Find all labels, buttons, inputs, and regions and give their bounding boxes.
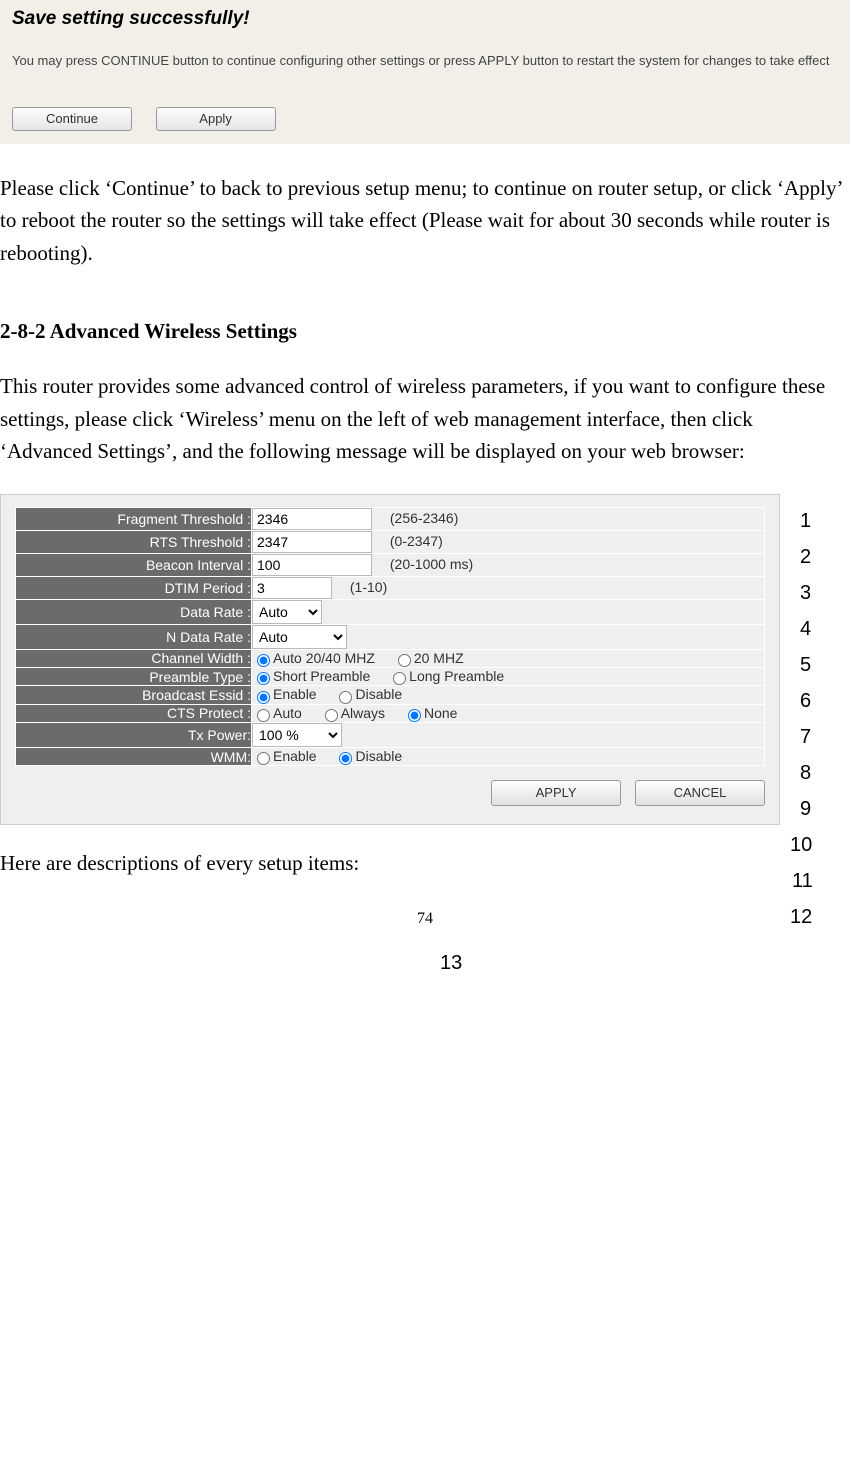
rts-threshold-label: RTS Threshold : (16, 530, 252, 553)
data-rate-select[interactable]: Auto (252, 600, 322, 624)
apply-settings-button[interactable]: APPLY (491, 780, 621, 806)
callout-7: 7 (800, 726, 811, 749)
beacon-interval-hint: (20-1000 ms) (390, 556, 473, 572)
settings-table: Fragment Threshold : (256-2346) RTS Thre… (15, 507, 765, 766)
callout-3: 3 (800, 582, 811, 605)
channel-width-auto-text: Auto 20/40 MHZ (273, 650, 375, 666)
dialog-text: You may press CONTINUE button to continu… (12, 52, 838, 70)
cts-none-text: None (424, 705, 457, 721)
callout-2: 2 (800, 546, 811, 569)
save-dialog: Save setting successfully! You may press… (0, 0, 850, 144)
callout-4: 4 (800, 618, 811, 641)
advanced-settings-panel: Fragment Threshold : (256-2346) RTS Thre… (0, 494, 780, 825)
channel-width-auto[interactable]: Auto 20/40 MHZ (252, 650, 375, 666)
channel-width-auto-radio[interactable] (257, 654, 270, 667)
callout-10: 10 (790, 834, 812, 857)
cts-auto-radio[interactable] (257, 709, 270, 722)
callout-1: 1 (800, 510, 811, 533)
wmm-label: WMM: (16, 748, 252, 766)
beacon-interval-label: Beacon Interval : (16, 553, 252, 576)
wmm-enable-radio[interactable] (257, 752, 270, 765)
preamble-short-radio[interactable] (257, 672, 270, 685)
cts-always[interactable]: Always (320, 705, 385, 721)
apply-button[interactable]: Apply (156, 107, 276, 131)
channel-width-20[interactable]: 20 MHZ (393, 650, 464, 666)
broadcast-enable-radio[interactable] (257, 691, 270, 704)
settings-figure: Fragment Threshold : (256-2346) RTS Thre… (0, 494, 850, 825)
cts-none-radio[interactable] (408, 709, 421, 722)
dialog-title: Save setting successfully! (12, 8, 838, 30)
fragment-threshold-label: Fragment Threshold : (16, 507, 252, 530)
fragment-threshold-input[interactable] (252, 508, 372, 530)
wmm-enable[interactable]: Enable (252, 748, 317, 764)
fragment-threshold-hint: (256-2346) (390, 510, 459, 526)
wmm-disable-radio[interactable] (339, 752, 352, 765)
wmm-enable-text: Enable (273, 748, 317, 764)
dtim-period-input[interactable] (252, 577, 332, 599)
cts-auto-text: Auto (273, 705, 302, 721)
broadcast-disable-text: Disable (355, 686, 402, 702)
dialog-button-row: Continue Apply (12, 106, 838, 131)
broadcast-essid-label: Broadcast Essid : (16, 686, 252, 704)
paragraph-descriptions: Here are descriptions of every setup ite… (0, 847, 850, 880)
paragraph-continue-apply: Please click ‘Continue’ to back to previ… (0, 172, 850, 270)
preamble-type-label: Preamble Type : (16, 668, 252, 686)
callout-13: 13 (440, 952, 462, 975)
continue-button[interactable]: Continue (12, 107, 132, 131)
page-number: 74 (0, 910, 850, 928)
cts-always-text: Always (341, 705, 385, 721)
callout-6: 6 (800, 690, 811, 713)
cts-protect-label: CTS Protect : (16, 704, 252, 722)
dtim-period-hint: (1-10) (350, 579, 387, 595)
rts-threshold-hint: (0-2347) (390, 533, 443, 549)
cts-always-radio[interactable] (325, 709, 338, 722)
data-rate-label: Data Rate : (16, 599, 252, 624)
cts-none[interactable]: None (403, 705, 457, 721)
broadcast-enable-text: Enable (273, 686, 317, 702)
wmm-disable[interactable]: Disable (334, 748, 402, 764)
channel-width-20-radio[interactable] (398, 654, 411, 667)
callout-9: 9 (800, 798, 811, 821)
preamble-long-radio[interactable] (393, 672, 406, 685)
tx-power-select[interactable]: 100 % (252, 723, 342, 747)
rts-threshold-input[interactable] (252, 531, 372, 553)
tx-power-label: Tx Power: (16, 723, 252, 748)
cts-auto[interactable]: Auto (252, 705, 302, 721)
cancel-settings-button[interactable]: CANCEL (635, 780, 765, 806)
callout-12: 12 (790, 906, 812, 929)
broadcast-enable[interactable]: Enable (252, 686, 317, 702)
channel-width-label: Channel Width : (16, 649, 252, 667)
action-row: APPLY CANCEL (15, 766, 765, 806)
n-data-rate-select[interactable]: Auto (252, 625, 347, 649)
beacon-interval-input[interactable] (252, 554, 372, 576)
n-data-rate-label: N Data Rate : (16, 624, 252, 649)
callout-5: 5 (800, 654, 811, 677)
wmm-disable-text: Disable (355, 748, 402, 764)
preamble-short[interactable]: Short Preamble (252, 668, 370, 684)
callout-11: 11 (792, 870, 813, 893)
section-heading: 2-8-2 Advanced Wireless Settings (0, 319, 850, 344)
preamble-short-text: Short Preamble (273, 668, 370, 684)
preamble-long[interactable]: Long Preamble (388, 668, 504, 684)
channel-width-20-text: 20 MHZ (414, 650, 464, 666)
dtim-period-label: DTIM Period : (16, 576, 252, 599)
broadcast-disable-radio[interactable] (339, 691, 352, 704)
broadcast-disable[interactable]: Disable (334, 686, 402, 702)
paragraph-intro: This router provides some advanced contr… (0, 370, 850, 468)
callout-8: 8 (800, 762, 811, 785)
preamble-long-text: Long Preamble (409, 668, 504, 684)
